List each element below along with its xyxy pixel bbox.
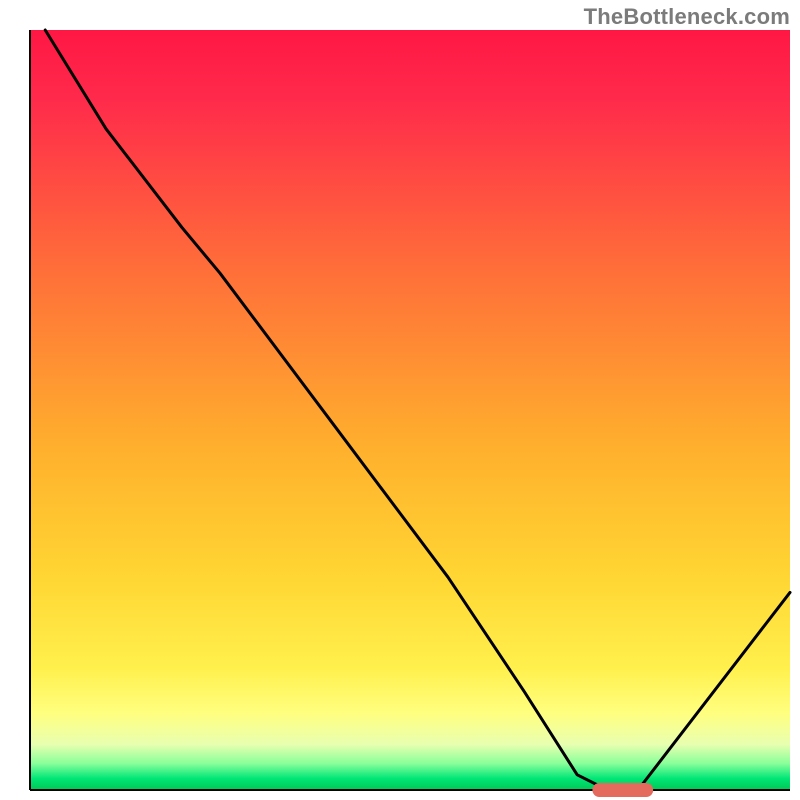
chart-container: TheBottleneck.com: [0, 0, 800, 800]
watermark-text: TheBottleneck.com: [584, 4, 790, 30]
plot-background: [30, 30, 790, 790]
chart-svg: [0, 0, 800, 800]
optimal-range-marker: [592, 783, 653, 797]
